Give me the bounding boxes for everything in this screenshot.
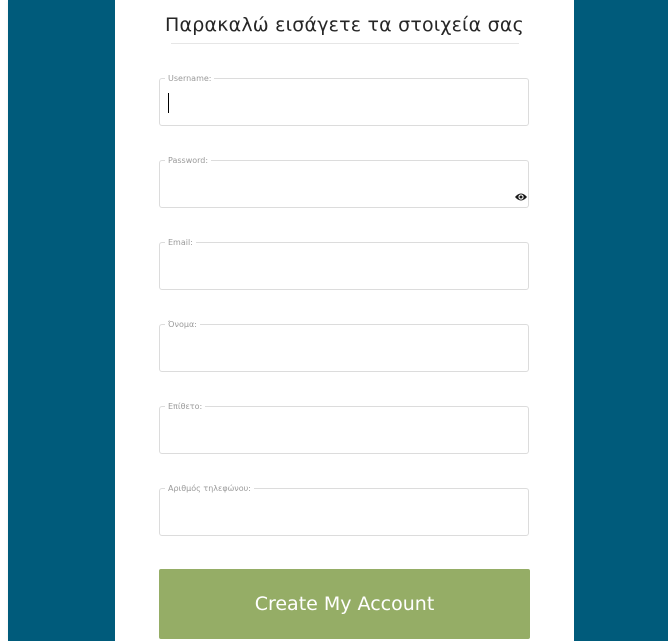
last-name-label: Επίθετο: xyxy=(165,401,206,412)
right-background-band xyxy=(574,0,668,641)
password-label: Password: xyxy=(165,155,212,166)
eye-icon[interactable] xyxy=(514,191,528,203)
registration-form-panel: Παρακαλώ εισάγετε τα στοιχεία σας Userna… xyxy=(115,0,574,641)
form-title: Παρακαλώ εισάγετε τα στοιχεία σας xyxy=(165,14,524,36)
username-field: Username: xyxy=(159,73,529,126)
title-divider xyxy=(171,43,519,44)
username-label: Username: xyxy=(165,73,215,84)
username-input[interactable] xyxy=(168,91,498,115)
phone-label: Αριθμός τηλεφώνου: xyxy=(165,483,254,494)
create-account-button[interactable]: Create My Account xyxy=(159,569,530,639)
last-name-field: Επίθετο: xyxy=(159,401,529,454)
password-field: Password: xyxy=(159,155,529,208)
first-name-input[interactable] xyxy=(168,337,498,361)
first-name-field: Όνομα: xyxy=(159,319,529,372)
left-background-band xyxy=(8,0,115,641)
email-field: Email: xyxy=(159,237,529,290)
email-input[interactable] xyxy=(168,255,498,279)
text-caret xyxy=(168,93,169,113)
last-name-input[interactable] xyxy=(168,419,498,443)
phone-field: Αριθμός τηλεφώνου: xyxy=(159,483,529,536)
first-name-label: Όνομα: xyxy=(165,319,200,330)
email-label: Email: xyxy=(165,237,196,248)
phone-input[interactable] xyxy=(168,501,498,525)
password-input[interactable] xyxy=(168,173,498,197)
